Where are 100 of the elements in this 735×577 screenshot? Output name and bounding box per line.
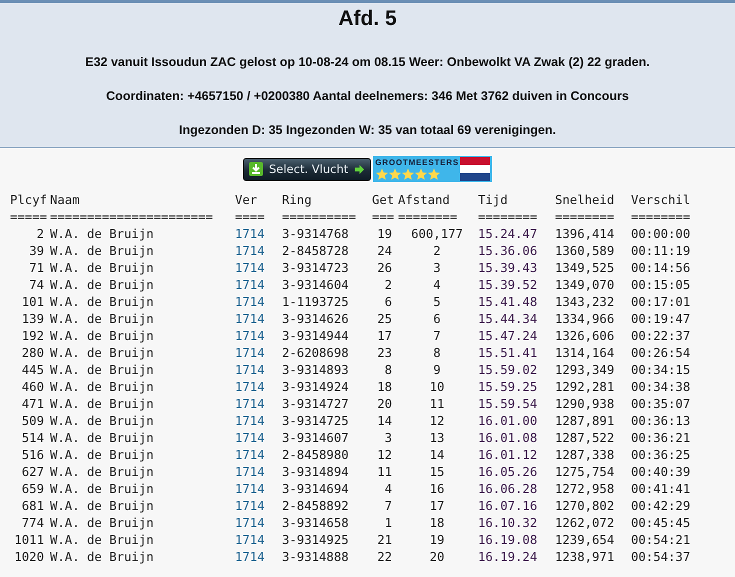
table-cell-text: 1714 [234,294,266,311]
table-cell-text: 15.59.25 [477,379,538,396]
table-cell-text: 20 [428,549,446,566]
table-cell-text: 11 [428,396,446,413]
banner-text: GROOTMEESTERS [375,158,459,168]
table-cell-text: 00:54:21 [630,532,692,549]
table-cell-text: 139 [20,311,45,328]
banner-logo[interactable]: GROOTMEESTERS [373,156,492,182]
table-cell-text: 16.06.28 [477,481,538,498]
table-cell-text: 1714 [234,379,266,396]
table-cell-text: 2 [384,277,393,294]
table-cell-text: 774 [20,515,45,532]
table-cell-text: 1 [384,515,393,532]
table-cell-text: 471 [20,396,45,413]
table-cell-text: 3-9314894 [281,464,350,481]
table-cell-text: 1349,525 [554,260,616,277]
table-cell-text: 16 [428,481,446,498]
table-cell-text: 17 [376,328,393,345]
table-cell-text: 2-8458728 [281,243,350,260]
table-cell-text: 1714 [234,498,266,515]
table-cell-text: 2 [432,243,442,260]
table-cell-text: 00:36:21 [630,430,692,447]
table-cell-text: W.A. de Bruijn [49,226,155,243]
table-cell-text: 4 [384,481,393,498]
table-cell-text: 3-9314893 [281,362,350,379]
table-cell-text: 16.05.26 [477,464,538,481]
race-info-text: Coordinaten: +4657150 / +0200380 Aantal deelnemers: 346 Met 3762 duiven in Concours [105,89,630,105]
table-cell-text: 1714 [234,277,266,294]
table-cell-text: 18 [376,379,393,396]
table-cell-text: 00:34:38 [630,379,692,396]
table-cell-text: 20 [376,396,393,413]
table-cell-text: W.A. de Bruijn [49,328,155,345]
table-cell-text: 1326,606 [554,328,616,345]
column-header: Ver [234,192,258,209]
select-flight-button[interactable]: Select. Vlucht [242,158,372,180]
table-cell-text: 00:42:29 [630,498,692,515]
column-header: Tijd [477,192,509,209]
table-cell-text: 19 [428,532,446,549]
table-cell-text: 11 [376,464,393,481]
table-cell-text: 3-9314925 [281,532,350,549]
table-cell-text: 2-8458892 [281,498,350,515]
table-cell-text: 25 [376,311,393,328]
column-header: Afstand [397,192,451,209]
table-cell-text: 00:19:47 [630,311,692,328]
table-cell-text: 1714 [234,532,266,549]
table-cell-text: W.A. de Bruijn [49,515,155,532]
header-rule: ======== [397,209,458,226]
table-cell-text: W.A. de Bruijn [49,396,155,413]
header-rule: === [371,209,396,226]
table-cell-text: W.A. de Bruijn [49,498,155,515]
table-cell-text: 15.39.43 [477,260,538,277]
table-cell-text: 14 [376,413,393,430]
table-cell-text: 3-9314604 [281,277,350,294]
table-cell-text: W.A. de Bruijn [49,311,155,328]
table-cell-text: 16.19.08 [477,532,538,549]
table-cell-text: 12 [428,413,446,430]
table-cell-text: 17 [428,498,446,515]
header-rule: ========== [281,209,358,226]
table-cell-text: 3-9314694 [281,481,350,498]
table-cell-text: W.A. de Bruijn [49,413,155,430]
table-cell-text: W.A. de Bruijn [49,277,155,294]
table-cell-text: 22 [376,549,393,566]
table-cell-text: 2-6208698 [281,345,350,362]
table-cell-text: 71 [28,260,45,277]
table-cell-text: 00:22:37 [630,328,692,345]
table-cell-text: 1287,338 [554,447,616,464]
table-cell-text: 2-8458980 [281,447,350,464]
table-cell-text: 15.59.54 [477,396,538,413]
table-cell-text: 13 [428,430,446,447]
table-cell-text: 101 [20,294,45,311]
table-cell-text: 15.41.48 [477,294,538,311]
table-cell-text: 1714 [234,481,266,498]
table-cell-text: 1714 [234,243,266,260]
table-cell-text: 74 [28,277,45,294]
table-cell-text: 7 [384,498,393,515]
table-cell-text: 19 [376,226,393,243]
table-cell-text: 2 [36,226,45,243]
table-cell-text: 3-9314944 [281,328,350,345]
table-cell-text: 15.36.06 [477,243,538,260]
table-cell-text: 3-9314727 [281,396,350,413]
table-cell-text: 00:40:39 [630,464,692,481]
table-cell-text: 15.59.02 [477,362,538,379]
table-cell-text: W.A. de Bruijn [49,260,155,277]
table-cell-text: 00:34:15 [630,362,692,379]
table-cell-text: 39 [28,243,45,260]
table-cell-text: 1714 [234,396,266,413]
table-cell-text: 1239,654 [554,532,616,549]
table-cell-text: 1292,281 [554,379,616,396]
table-cell-text: W.A. de Bruijn [49,243,155,260]
table-cell-text: 4 [432,277,442,294]
table-cell-text: 12 [376,447,393,464]
table-cell-text: 00:26:54 [630,345,692,362]
table-cell-text: 1714 [234,328,266,345]
table-cell-text: 1714 [234,311,266,328]
table-cell-text: 514 [20,430,45,447]
table-cell-text: 600,177 [410,226,464,243]
table-cell-text: 00:11:19 [630,243,692,260]
table-cell-text: 15.51.41 [477,345,538,362]
table-cell-text: W.A. de Bruijn [49,481,155,498]
table-cell-text: 1314,164 [554,345,616,362]
